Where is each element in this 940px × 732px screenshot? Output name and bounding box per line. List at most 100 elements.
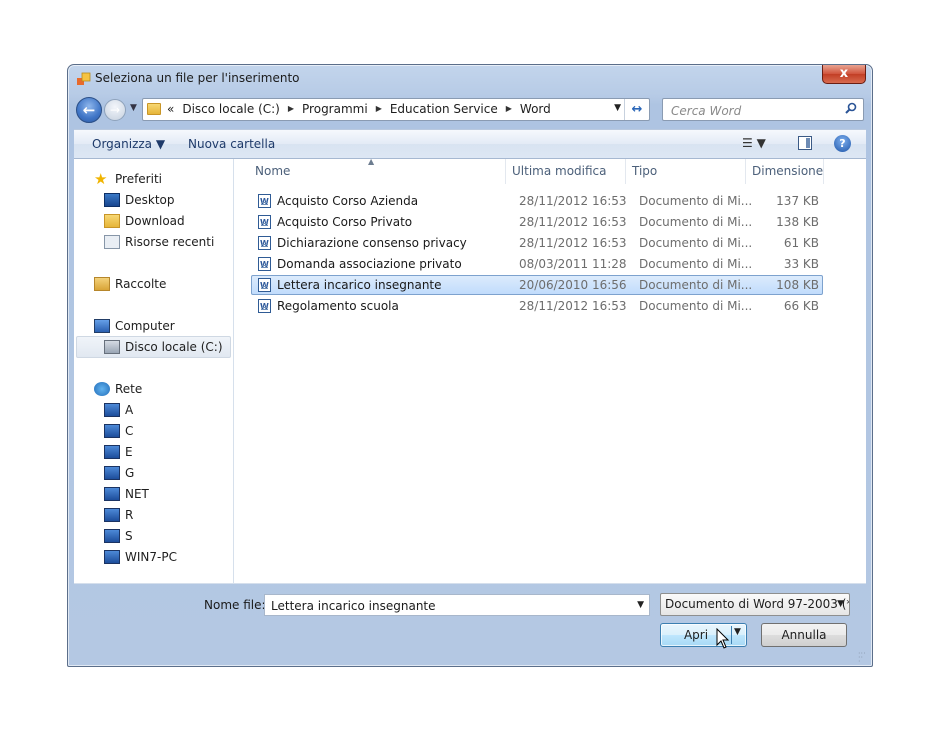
breadcrumb-item[interactable]: Education Service <box>386 102 502 116</box>
file-type: Documento di Mi... <box>639 236 753 250</box>
file-name: Domanda associazione privato <box>277 257 462 271</box>
file-size: 138 KB <box>776 215 819 229</box>
file-modified: 28/11/2012 16:53 <box>519 194 627 208</box>
nav-computer[interactable]: Computer <box>94 316 175 336</box>
word-document-icon <box>258 276 271 296</box>
new-folder-button[interactable]: Nuova cartella <box>188 137 275 151</box>
filetype-select[interactable]: Documento di Word 97-2003 (* ▼ <box>660 593 850 616</box>
chevron-down-icon[interactable]: ▼ <box>637 600 644 610</box>
file-name: Acquisto Corso Privato <box>277 215 413 229</box>
nav-item-network-g[interactable]: G <box>104 463 134 483</box>
folder-icon <box>147 103 161 115</box>
desktop-icon <box>104 192 120 207</box>
word-document-icon <box>258 213 271 233</box>
recent-places-icon <box>104 234 120 249</box>
breadcrumb-item[interactable]: Disco locale (C:) <box>178 102 284 116</box>
address-bar[interactable]: « Disco locale (C:) ▶ Programmi ▶ Educat… <box>142 98 650 121</box>
mouse-pointer-icon <box>716 628 730 649</box>
navigation-pane[interactable]: ★ Preferiti Desktop Download Risorse rece… <box>74 159 234 583</box>
file-modified: 28/11/2012 16:53 <box>519 236 627 250</box>
refresh-button[interactable]: ↔ <box>624 99 649 120</box>
nav-label: S <box>125 529 133 543</box>
filetype-value: Documento di Word 97-2003 (* <box>665 597 850 611</box>
search-icon[interactable] <box>845 102 857 118</box>
breadcrumb-item[interactable]: Programmi <box>298 102 372 116</box>
filename-label: Nome file: <box>204 598 266 612</box>
file-size: 137 KB <box>776 194 819 208</box>
nav-item-network-a[interactable]: A <box>104 400 133 420</box>
breadcrumb-separator-icon[interactable]: ▶ <box>502 102 516 116</box>
nav-label: E <box>125 445 133 459</box>
change-view-icon[interactable]: ☰ ▼ <box>742 136 766 150</box>
libraries-icon <box>94 276 110 291</box>
help-icon[interactable]: ? <box>834 135 851 152</box>
chevron-down-icon[interactable]: ▼ <box>837 594 844 615</box>
file-modified: 08/03/2011 11:28 <box>519 257 627 271</box>
file-name: Regolamento scuola <box>277 299 399 313</box>
search-box[interactable] <box>662 98 864 121</box>
column-header-name[interactable]: Nome <box>252 159 506 184</box>
nav-label: Computer <box>115 319 175 333</box>
close-button[interactable]: x <box>822 65 866 84</box>
word-document-icon <box>258 234 271 254</box>
nav-item-recent[interactable]: Risorse recenti <box>104 232 214 252</box>
nav-item-network-net[interactable]: NET <box>104 484 149 504</box>
nav-libraries[interactable]: Raccolte <box>94 274 166 294</box>
file-name: Lettera incarico insegnante <box>277 278 442 292</box>
column-header-size[interactable]: Dimensione <box>746 159 824 184</box>
app-icon <box>77 72 91 85</box>
file-row[interactable]: Acquisto Corso Privato 28/11/2012 16:53 … <box>251 212 823 233</box>
network-computer-icon <box>104 507 120 522</box>
nav-item-network-s[interactable]: S <box>104 526 133 546</box>
file-modified: 28/11/2012 16:53 <box>519 215 627 229</box>
file-type: Documento di Mi... <box>639 278 753 292</box>
nav-item-network-e[interactable]: E <box>104 442 133 462</box>
search-input[interactable] <box>669 101 833 120</box>
breadcrumb-item[interactable]: Word <box>516 102 555 116</box>
file-row[interactable]: Regolamento scuola 28/11/2012 16:53 Docu… <box>251 296 823 317</box>
nav-favorites[interactable]: ★ Preferiti <box>94 169 162 189</box>
column-header-type[interactable]: Tipo <box>626 159 746 184</box>
nav-item-network-c[interactable]: C <box>104 421 133 441</box>
nav-item-desktop[interactable]: Desktop <box>104 190 175 210</box>
open-options-dropdown-icon[interactable]: ▼ <box>734 627 741 637</box>
network-computer-icon <box>104 465 120 480</box>
breadcrumb-separator-icon[interactable]: ▶ <box>284 102 298 116</box>
file-row[interactable]: Acquisto Corso Azienda 28/11/2012 16:53 … <box>251 191 823 212</box>
breadcrumb-overflow[interactable]: « <box>163 102 178 116</box>
network-computer-icon <box>104 402 120 417</box>
nav-label: C <box>125 424 134 438</box>
column-header-modified[interactable]: Ultima modifica <box>506 159 626 184</box>
file-row-selected[interactable]: Lettera incarico insegnante 20/06/2010 1… <box>251 275 823 296</box>
nav-network[interactable]: Rete <box>94 379 142 399</box>
organize-menu-button[interactable]: Organizza ▼ <box>92 137 165 151</box>
file-type: Documento di Mi... <box>639 194 753 208</box>
filename-combobox[interactable]: ▼ <box>264 594 650 616</box>
nav-item-network-win7pc[interactable]: WIN7-PC <box>104 547 177 567</box>
nav-item-local-disk[interactable]: Disco locale (C:) <box>76 336 231 358</box>
network-computer-icon <box>104 423 120 438</box>
nav-label: NET <box>125 487 149 501</box>
file-type: Documento di Mi... <box>639 299 753 313</box>
recent-locations-dropdown[interactable]: ▼ <box>130 103 137 113</box>
file-size: 61 KB <box>783 236 819 250</box>
file-size: 108 KB <box>776 278 819 292</box>
network-icon <box>94 381 110 396</box>
back-button[interactable]: ← <box>76 97 102 123</box>
forward-button[interactable]: → <box>104 99 126 121</box>
network-computer-icon <box>104 444 120 459</box>
file-row[interactable]: Dichiarazione consenso privacy 28/11/201… <box>251 233 823 254</box>
preview-pane-icon[interactable] <box>798 136 812 150</box>
network-computer-icon <box>104 528 120 543</box>
file-modified: 20/06/2010 16:56 <box>519 278 627 292</box>
open-button[interactable]: Apri ▼ <box>660 623 747 647</box>
file-row[interactable]: Domanda associazione privato 08/03/2011 … <box>251 254 823 275</box>
file-list[interactable]: ▲ Nome Ultima modifica Tipo Dimensione A… <box>234 157 866 583</box>
nav-item-download[interactable]: Download <box>104 211 185 231</box>
address-dropdown-icon[interactable]: ▼ <box>614 103 621 113</box>
nav-item-network-r[interactable]: R <box>104 505 133 525</box>
resize-grip-icon[interactable]: ··· ·· · <box>858 650 868 666</box>
cancel-button[interactable]: Annulla <box>761 623 847 647</box>
breadcrumb-separator-icon[interactable]: ▶ <box>372 102 386 116</box>
filename-input[interactable] <box>269 597 623 615</box>
